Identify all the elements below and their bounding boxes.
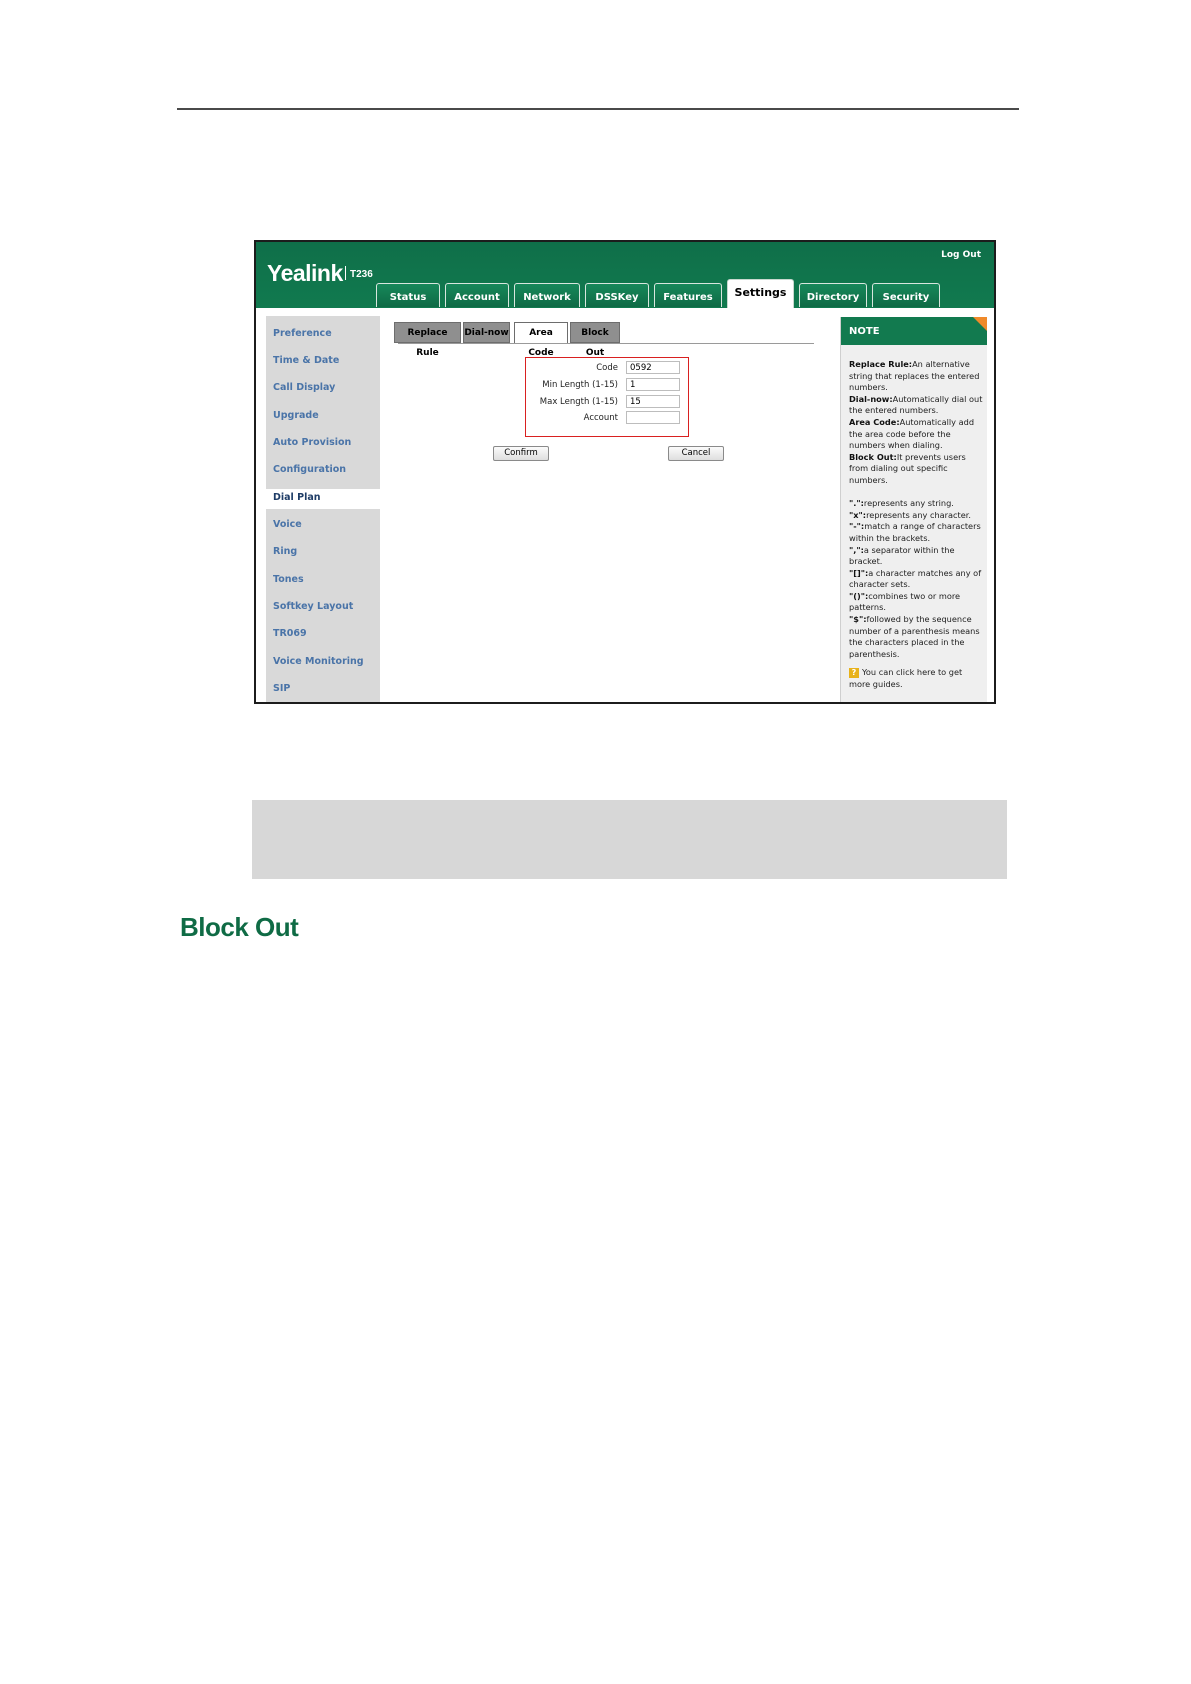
note-panel: NOTE Replace Rule:An alternative string … xyxy=(840,317,987,702)
note-desc: a separator within the bracket. xyxy=(849,544,955,567)
sidebar-item-time-date[interactable]: Time & Date xyxy=(273,355,339,366)
sidebar-item-preference[interactable]: Preference xyxy=(273,328,332,339)
sidebar-item-voice-monitoring[interactable]: Voice Monitoring xyxy=(273,656,364,667)
tab-account[interactable]: Account xyxy=(445,283,509,307)
max-length-label: Max Length (1-15) xyxy=(539,397,618,407)
note-term: Replace Rule: xyxy=(849,359,913,369)
sidebar-item-dial-plan[interactable]: Dial Plan xyxy=(273,492,321,503)
sidebar-item-ring[interactable]: Ring xyxy=(273,546,297,557)
log-out-link[interactable]: Log Out xyxy=(941,250,981,260)
sidebar-item-auto-provision[interactable]: Auto Provision xyxy=(273,437,351,448)
page-header-rule xyxy=(177,108,1019,110)
note-term: Dial-now: xyxy=(849,393,893,404)
note-text: Replace Rule:An alternative string that … xyxy=(849,359,983,660)
note-term: "x": xyxy=(849,509,867,520)
tab-network[interactable]: Network xyxy=(514,283,580,307)
help-icon: ? xyxy=(849,668,859,678)
sidebar-item-upgrade[interactable]: Upgrade xyxy=(273,410,319,421)
sidebar-item-tr069[interactable]: TR069 xyxy=(273,628,307,639)
subtab-block-out[interactable]: Block Out xyxy=(570,322,620,358)
note-desc: followed by the sequence number of a par… xyxy=(849,614,980,659)
code-label: Code xyxy=(596,363,618,373)
min-length-input[interactable]: 1 xyxy=(626,378,680,391)
note-title: NOTE xyxy=(841,317,987,345)
note-desc: a character matches any of character set… xyxy=(849,567,982,590)
settings-sidebar xyxy=(266,316,380,702)
note-desc: represents any character. xyxy=(866,509,972,520)
max-length-input[interactable]: 15 xyxy=(626,395,680,408)
web-ui-screenshot: Yealink T236 Log Out Status Account Netw… xyxy=(254,240,996,704)
note-term: "()": xyxy=(849,590,869,601)
tab-directory[interactable]: Directory xyxy=(799,283,867,307)
note-desc: represents any string. xyxy=(863,498,954,509)
tab-features[interactable]: Features xyxy=(654,283,722,307)
section-heading: Block Out xyxy=(180,912,299,942)
tab-dsskey[interactable]: DSSKey xyxy=(585,283,649,307)
cancel-button[interactable]: Cancel xyxy=(668,446,724,461)
subtab-area-code[interactable]: Area Code xyxy=(514,322,568,358)
subtab-replace-rule[interactable]: Replace Rule xyxy=(394,322,461,358)
note-term: Area Code: xyxy=(849,416,900,427)
sidebar-item-voice[interactable]: Voice xyxy=(273,519,302,530)
note-term: "$": xyxy=(849,614,867,625)
note-term: "-": xyxy=(849,521,865,532)
tab-security[interactable]: Security xyxy=(872,283,940,307)
note-box xyxy=(252,800,1007,879)
guide-text[interactable]: You can click here to get more guides. xyxy=(849,667,962,689)
sidebar-item-configuration[interactable]: Configuration xyxy=(273,464,346,475)
subtab-underline xyxy=(398,343,814,344)
note-term: Block Out: xyxy=(849,451,897,462)
subtab-dial-now[interactable]: Dial-now xyxy=(463,322,510,343)
note-term: ".": xyxy=(849,498,864,509)
top-navigation-bar: Yealink T236 Log Out Status Account Netw… xyxy=(256,242,994,308)
tab-settings[interactable]: Settings xyxy=(727,279,794,308)
yealink-logo: Yealink xyxy=(267,260,343,286)
note-term: ",": xyxy=(849,544,864,555)
account-label: Account xyxy=(583,413,618,423)
sidebar-item-softkey-layout[interactable]: Softkey Layout xyxy=(273,601,353,612)
min-length-label: Min Length (1-15) xyxy=(542,380,618,390)
guide-link[interactable]: ? You can click here to get more guides. xyxy=(849,667,983,690)
account-input[interactable] xyxy=(626,411,680,424)
note-term: "[]": xyxy=(849,567,869,578)
tab-status[interactable]: Status xyxy=(376,283,440,307)
sidebar-item-tones[interactable]: Tones xyxy=(273,574,304,585)
sidebar-item-sip[interactable]: SIP xyxy=(273,683,290,694)
note-corner-fold xyxy=(973,317,987,331)
note-desc: match a range of characters within the b… xyxy=(849,521,981,543)
sidebar-item-call-display[interactable]: Call Display xyxy=(273,382,335,393)
model-label: T236 xyxy=(345,266,373,280)
code-input[interactable]: 0592 xyxy=(626,361,680,374)
confirm-button[interactable]: Confirm xyxy=(493,446,549,461)
